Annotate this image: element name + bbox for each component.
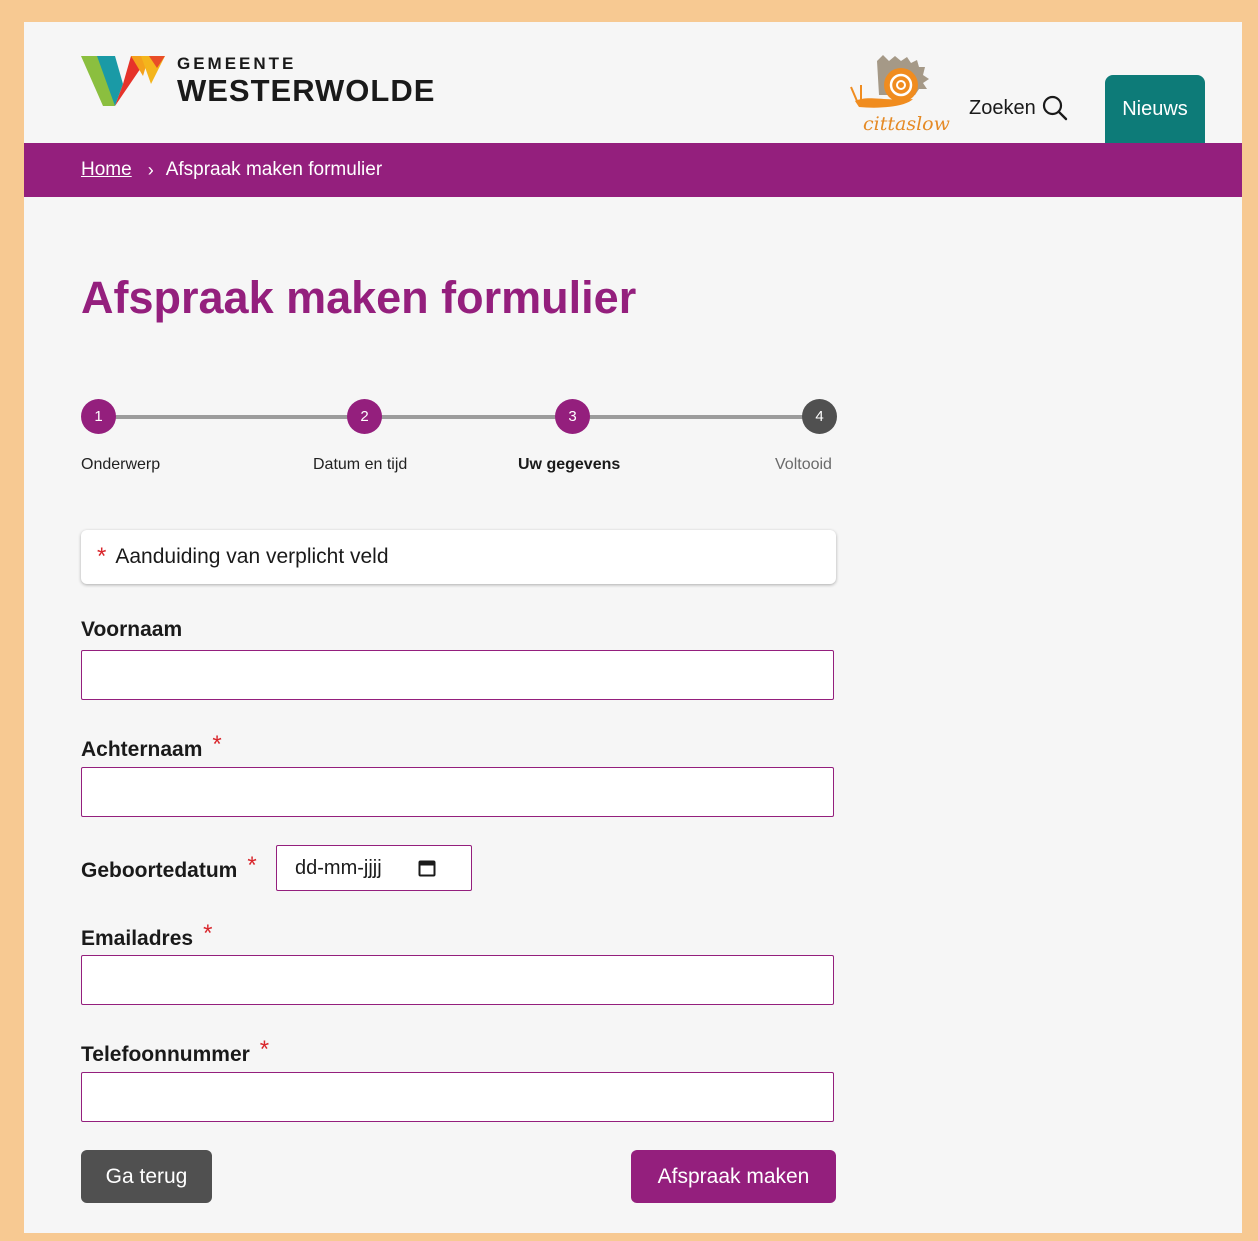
first-name-input[interactable]: [81, 650, 834, 700]
cittaslow-logo[interactable]: cittaslow: [849, 55, 950, 137]
email-label: Emailadres *: [81, 920, 212, 952]
logo-line-1: GEMEENTE: [177, 53, 297, 73]
breadcrumb: Home › Afspraak maken formulier: [24, 143, 1242, 197]
email-label-text: Emailadres: [81, 927, 194, 950]
progress-stepper: 1 2 3 4 Onderwerp Datum en tijd Uw gegev…: [81, 399, 838, 479]
last-name-label: Achternaam *: [81, 731, 222, 763]
birth-date-input[interactable]: dd-mm-jjjj: [276, 845, 472, 891]
back-button[interactable]: Ga terug: [81, 1150, 212, 1203]
cittaslow-wordmark: cittaslow: [863, 113, 950, 135]
phone-input[interactable]: [81, 1072, 834, 1122]
search-label: Zoeken: [969, 96, 1036, 119]
required-marker: *: [247, 852, 257, 879]
birth-date-label: Geboortedatum *: [81, 852, 257, 884]
step-4-label: Voltooid: [775, 456, 832, 473]
step-connector: [572, 415, 819, 419]
municipality-logo[interactable]: GEMEENTE WESTERWOLDE: [81, 54, 435, 106]
step-2-indicator: 2: [347, 399, 382, 434]
email-input[interactable]: [81, 955, 834, 1005]
required-notice-text: Aanduiding van verplicht veld: [115, 545, 389, 568]
breadcrumb-current: Afspraak maken formulier: [165, 159, 383, 180]
required-marker: *: [203, 920, 213, 947]
step-4-indicator: 4: [802, 399, 837, 434]
step-1-indicator: 1: [81, 399, 116, 434]
logo-line-2: WESTERWOLDE: [177, 72, 436, 108]
required-marker: *: [212, 731, 222, 758]
step-3-label: Uw gegevens: [518, 456, 621, 473]
birth-date-label-text: Geboortedatum: [81, 859, 238, 882]
step-2-label: Datum en tijd: [313, 456, 408, 473]
logo-mark-icon: [81, 56, 165, 106]
chevron-right-icon: ›: [147, 159, 154, 180]
step-1-label: Onderwerp: [81, 456, 161, 473]
phone-label-text: Telefoonnummer: [81, 1043, 250, 1066]
site-header: GEMEENTE WESTERWOLDE cittaslow Zoeken Ni…: [24, 22, 1242, 143]
submit-appointment-button[interactable]: Afspraak maken: [631, 1150, 836, 1203]
page-title: Afspraak maken formulier: [81, 272, 637, 323]
required-marker: *: [259, 1036, 270, 1063]
first-name-label: Voornaam: [81, 618, 182, 642]
required-field-notice: * Aanduiding van verplicht veld: [81, 530, 836, 584]
calendar-icon[interactable]: [418, 859, 436, 877]
first-name-label-text: Voornaam: [81, 618, 183, 641]
step-3-indicator: 3: [555, 399, 590, 434]
required-marker: *: [97, 543, 107, 570]
breadcrumb-home-link[interactable]: Home: [81, 159, 132, 181]
page-frame: GEMEENTE WESTERWOLDE cittaslow Zoeken Ni…: [24, 22, 1242, 1233]
search-button[interactable]: Zoeken: [969, 95, 1068, 121]
birth-date-placeholder: dd-mm-jjjj: [295, 856, 382, 879]
last-name-label-text: Achternaam: [81, 738, 203, 761]
phone-label: Telefoonnummer *: [81, 1036, 269, 1068]
last-name-input[interactable]: [81, 767, 834, 817]
step-connector: [364, 415, 572, 419]
search-icon: [1042, 95, 1067, 121]
step-connector: [98, 415, 364, 419]
news-tab[interactable]: Nieuws: [1105, 75, 1205, 143]
snail-icon: [850, 55, 929, 108]
